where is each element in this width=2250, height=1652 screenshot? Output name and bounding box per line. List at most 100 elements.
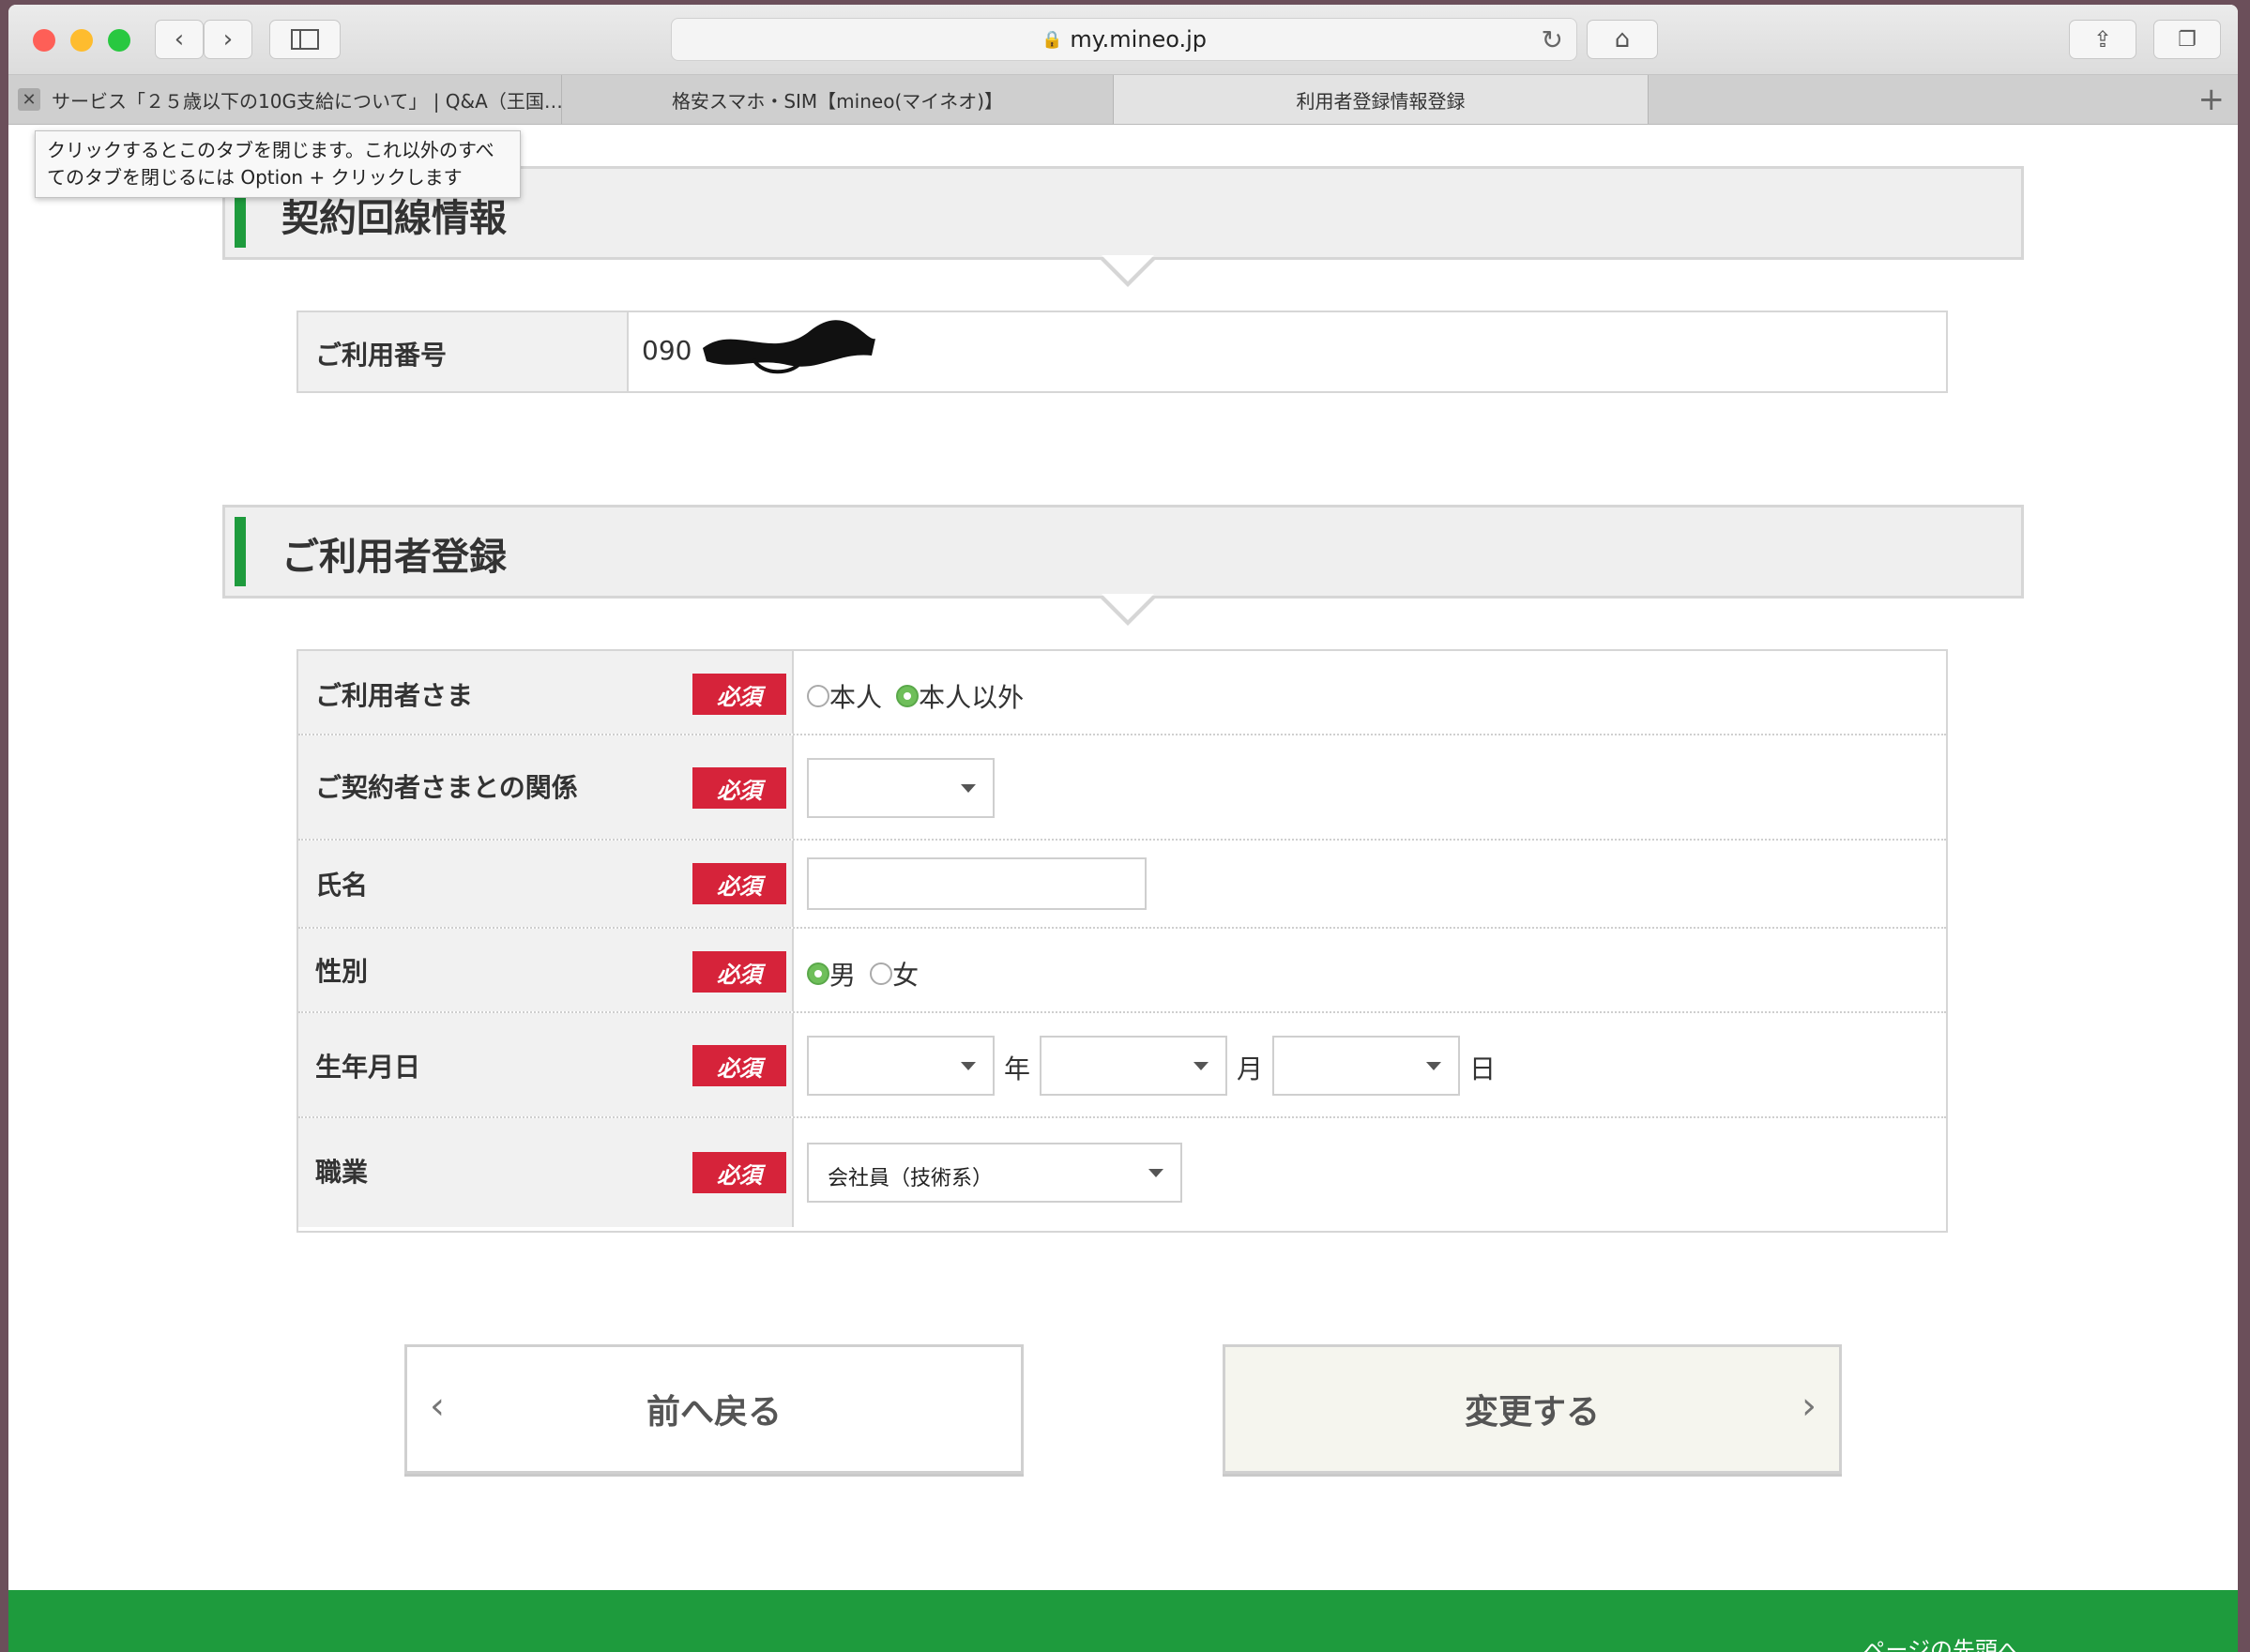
radio-self[interactable] <box>807 685 829 707</box>
day-unit: 日 <box>1469 1053 1497 1084</box>
radio-other-label[interactable]: 本人以外 <box>919 682 1024 713</box>
table-row-relationship: ご契約者さまとの関係 必須 <box>298 735 1946 841</box>
name-label: 氏名 <box>315 870 369 901</box>
caret-down-icon <box>961 1062 976 1070</box>
radio-female-label[interactable]: 女 <box>892 960 919 991</box>
label-cell: 性別 必須 <box>298 929 794 1011</box>
user-type-radio-group: 本人 本人以外 <box>794 651 1946 734</box>
back-button-label: 前へ戻る <box>646 1393 782 1432</box>
tabs-overview-button[interactable]: ❐ <box>2153 20 2221 59</box>
label-cell: ご利用者さま 必須 <box>298 651 794 734</box>
table-row-name: 氏名 必須 <box>298 841 1946 929</box>
tab-label: 格安スマホ・SIM【mineo(マイネオ)】 <box>671 89 1004 113</box>
value-cell <box>794 735 1946 839</box>
required-badge: 必須 <box>692 767 786 809</box>
address-bar[interactable]: 🔒 my.mineo.jp ↻ <box>671 18 1577 61</box>
tab-close-tooltip: クリックするとこのタブを閉じます。これ以外のすべてのタブを閉じるには Optio… <box>35 130 521 198</box>
caret-down-icon <box>1193 1062 1209 1070</box>
gender-label: 性別 <box>315 956 369 987</box>
close-window-button[interactable] <box>33 29 55 52</box>
usage-number-label: ご利用番号 <box>315 340 448 371</box>
chevron-left-icon: ‹ <box>430 1385 445 1428</box>
accent-bar <box>235 517 246 586</box>
tab-bar: ✕ サービス「２５歳以下の10G支給について」 | Q&A（王国… 格安スマホ・… <box>8 75 2238 125</box>
share-button[interactable]: ⇪ <box>2069 20 2136 59</box>
close-icon[interactable]: ✕ <box>18 88 40 111</box>
tab-label: 利用者登録情報登録 <box>1296 89 1466 113</box>
back-nav-button[interactable]: ‹ <box>155 20 204 59</box>
tab-qa[interactable]: ✕ サービス「２５歳以下の10G支給について」 | Q&A（王国… <box>8 75 562 124</box>
address-text: my.mineo.jp <box>1070 26 1208 53</box>
gender-radio-group: 男 女 <box>794 929 1946 1011</box>
label-cell: ご利用番号 <box>298 312 629 391</box>
table-row-gender: 性別 必須 男 女 <box>298 929 1946 1013</box>
value-cell: 年 月 日 <box>794 1013 1946 1116</box>
occupation-selected-value: 会社員（技術系） <box>828 1167 994 1190</box>
required-badge: 必須 <box>692 951 786 993</box>
radio-other[interactable] <box>896 685 920 707</box>
table-row-birthdate: 生年月日 必須 年 月 日 <box>298 1013 1946 1118</box>
relationship-label: ご契約者さまとの関係 <box>315 772 578 803</box>
table-row-occupation: 職業 必須 会社員（技術系） <box>298 1118 1946 1227</box>
caret-down-icon <box>961 784 976 793</box>
home-button[interactable]: ⌂ <box>1587 20 1658 59</box>
page-footer: ページの先頭へ <box>8 1590 2238 1652</box>
tabs-icon: ❐ <box>2178 27 2197 52</box>
browser-toolbar: ‹ › 🔒 my.mineo.jp ↻ ⌂ ⇪ ❐ <box>8 5 2238 75</box>
label-cell: 職業 必須 <box>298 1118 794 1227</box>
required-badge: 必須 <box>692 674 786 715</box>
relationship-select[interactable] <box>807 758 995 818</box>
reload-icon[interactable]: ↻ <box>1542 24 1563 55</box>
home-icon: ⌂ <box>1614 25 1631 53</box>
label-cell: ご契約者さまとの関係 必須 <box>298 735 794 839</box>
tab-user-registration[interactable]: 利用者登録情報登録 <box>1114 75 1649 124</box>
table-row-user-type: ご利用者さま 必須 本人 本人以外 <box>298 651 1946 735</box>
year-unit: 年 <box>1004 1053 1031 1084</box>
tab-label: サービス「２５歳以下の10G支給について」 | Q&A（王国… <box>52 89 562 113</box>
label-cell: 氏名 必須 <box>298 841 794 927</box>
radio-self-label[interactable]: 本人 <box>829 682 882 713</box>
name-input[interactable] <box>807 857 1147 910</box>
new-tab-button[interactable]: + <box>2198 81 2226 118</box>
chevron-left-icon: ‹ <box>174 25 185 53</box>
required-badge: 必須 <box>692 1152 786 1193</box>
back-to-top-link[interactable]: ページの先頭へ <box>1862 1631 2020 1652</box>
radio-female[interactable] <box>870 962 893 985</box>
registration-section-title: ご利用者登録 <box>281 536 507 579</box>
redaction-scribble <box>703 320 875 374</box>
chevron-right-icon: › <box>222 25 234 53</box>
birth-day-select[interactable] <box>1272 1036 1460 1096</box>
user-type-label: ご利用者さま <box>315 680 474 711</box>
table-row: ご利用番号 090 <box>298 312 1946 391</box>
share-icon: ⇪ <box>2092 26 2113 53</box>
sidebar-toggle-button[interactable] <box>269 20 341 59</box>
value-cell: 会社員（技術系） <box>794 1118 1946 1227</box>
birth-month-select[interactable] <box>1040 1036 1227 1096</box>
value-cell <box>794 841 1946 927</box>
birth-year-select[interactable] <box>807 1036 995 1096</box>
contract-table: ご利用番号 090 <box>296 311 1948 393</box>
submit-change-button[interactable]: 変更する › <box>1223 1344 1842 1474</box>
required-badge: 必須 <box>692 1045 786 1086</box>
occupation-select[interactable]: 会社員（技術系） <box>807 1143 1182 1203</box>
registration-table: ご利用者さま 必須 本人 本人以外 ご契約者さまとの関係 必須 氏名 必須 性別… <box>296 649 1948 1233</box>
month-unit: 月 <box>1237 1053 1264 1084</box>
occupation-label: 職業 <box>315 1157 369 1188</box>
minimize-window-button[interactable] <box>70 29 93 52</box>
registration-section-header: ご利用者登録 <box>222 505 2024 626</box>
submit-button-label: 変更する <box>1464 1393 1600 1432</box>
back-button[interactable]: ‹ 前へ戻る <box>404 1344 1024 1474</box>
birthdate-label: 生年月日 <box>315 1052 421 1083</box>
zoom-window-button[interactable] <box>108 29 130 52</box>
radio-male-label[interactable]: 男 <box>829 960 856 991</box>
radio-male[interactable] <box>807 962 829 985</box>
usage-number-value: 090 <box>642 335 692 366</box>
lock-icon: 🔒 <box>1041 29 1063 50</box>
browser-window: ‹ › 🔒 my.mineo.jp ↻ ⌂ ⇪ ❐ ✕ サービス「２５歳以下の1… <box>8 5 2238 1652</box>
label-cell: 生年月日 必須 <box>298 1013 794 1116</box>
sidebar-icon <box>291 29 319 50</box>
required-badge: 必須 <box>692 863 786 904</box>
tab-mineo-home[interactable]: 格安スマホ・SIM【mineo(マイネオ)】 <box>562 75 1114 124</box>
chevron-right-icon: › <box>1802 1385 1817 1428</box>
forward-nav-button[interactable]: › <box>204 20 252 59</box>
